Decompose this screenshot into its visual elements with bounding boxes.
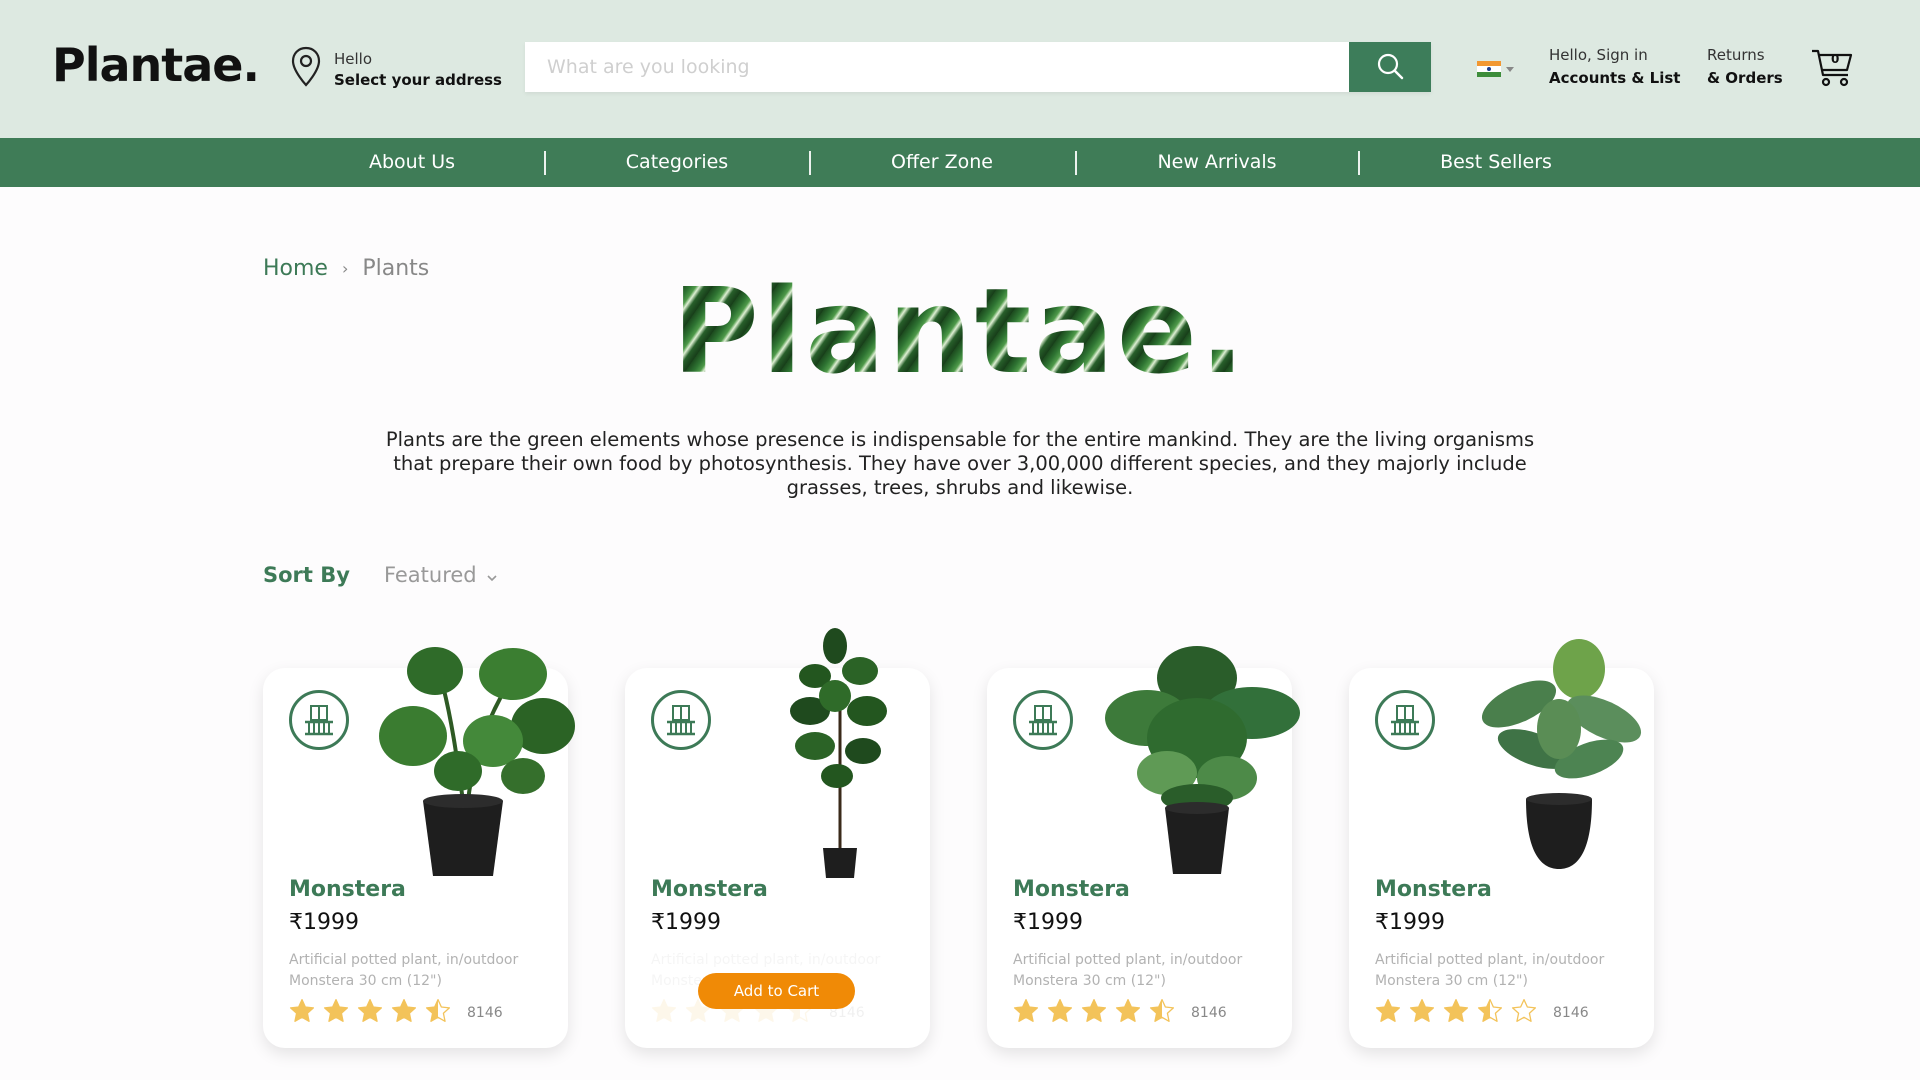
- cart-button[interactable]: 0: [1810, 46, 1854, 90]
- address-selector[interactable]: Hello Select your address: [290, 46, 502, 92]
- hero-title: Plantae.: [0, 262, 1920, 400]
- account-greeting: Hello, Sign in: [1549, 46, 1648, 64]
- star-icon: [1047, 998, 1073, 1028]
- star-icon: [1409, 998, 1435, 1028]
- star-icon: [1511, 998, 1537, 1028]
- star-icon: [1443, 998, 1469, 1028]
- account-menu[interactable]: Hello, Sign in Accounts & List: [1549, 46, 1680, 87]
- balcony-icon: [289, 690, 349, 750]
- cart-icon: [1810, 49, 1854, 94]
- star-icon: [1115, 998, 1141, 1028]
- star-icon: [1013, 998, 1039, 1028]
- brand-logo[interactable]: Plantae.: [52, 38, 260, 92]
- rating: 8146: [1013, 998, 1227, 1028]
- star-icon: [289, 998, 315, 1028]
- star-icon: [1477, 998, 1503, 1028]
- cart-count: 0: [1831, 52, 1840, 66]
- search-button[interactable]: [1349, 42, 1431, 92]
- nav-divider: [544, 151, 546, 175]
- star-rating-icons: [289, 998, 451, 1028]
- product-image: [373, 626, 578, 884]
- star-icon: [323, 998, 349, 1028]
- product-description: Artificial potted plant, in/outdoor Mons…: [289, 952, 519, 989]
- nav-best-sellers[interactable]: Best Sellers: [1440, 138, 1552, 187]
- nav-divider: [809, 151, 811, 175]
- star-icon: [425, 998, 451, 1028]
- balcony-icon: [1013, 690, 1073, 750]
- product-image: [1087, 638, 1309, 882]
- hero-description: Plants are the green elements whose pres…: [385, 428, 1535, 499]
- product-price: ₹1999: [289, 910, 359, 935]
- nav-divider: [1075, 151, 1077, 175]
- star-icon: [651, 998, 677, 1028]
- product-card[interactable]: Monstera ₹1999 Artificial potted plant, …: [1349, 639, 1654, 1048]
- product-card[interactable]: Monstera ₹1999 Artificial potted plant, …: [263, 647, 575, 1048]
- product-name[interactable]: Monstera: [1375, 877, 1492, 902]
- sort-select[interactable]: Featured: [384, 563, 497, 587]
- review-count: 8146: [467, 1005, 503, 1021]
- returns-label: Returns: [1707, 46, 1765, 64]
- nav-offer-zone[interactable]: Offer Zone: [891, 138, 993, 187]
- sort-selected-value: Featured: [383, 563, 477, 587]
- product-image: [775, 626, 905, 884]
- review-count: 8146: [1553, 1005, 1589, 1021]
- orders-label: & Orders: [1707, 69, 1783, 87]
- nav-categories[interactable]: Categories: [626, 138, 728, 187]
- location-pin-icon: [290, 46, 322, 92]
- india-flag-icon: [1477, 61, 1501, 77]
- star-rating-icons: [1013, 998, 1175, 1028]
- product-name[interactable]: Monstera: [1013, 877, 1130, 902]
- rating: 8146: [289, 998, 503, 1028]
- chevron-down-icon: [1506, 66, 1514, 72]
- search-bar: [525, 42, 1431, 92]
- account-label: Accounts & List: [1549, 69, 1681, 87]
- star-icon: [391, 998, 417, 1028]
- product-description: Artificial potted plant, in/outdoor Mons…: [1013, 952, 1243, 989]
- rating: 8146: [1375, 998, 1589, 1028]
- address-action: Select your address: [334, 70, 502, 89]
- product-name[interactable]: Monstera: [651, 877, 768, 902]
- product-card[interactable]: Monstera ₹1999 Artificial potted plant, …: [625, 628, 930, 1048]
- balcony-icon: [1375, 690, 1435, 750]
- search-icon: [1376, 52, 1404, 83]
- add-to-cart-button[interactable]: Add to Cart: [698, 973, 855, 1009]
- product-name[interactable]: Monstera: [289, 877, 406, 902]
- nav-about-us[interactable]: About Us: [369, 138, 455, 187]
- product-price: ₹1999: [651, 910, 721, 935]
- top-header: Plantae. Hello Select your address What …: [0, 0, 1920, 138]
- search-input[interactable]: [525, 42, 1349, 92]
- sort-control: Sort By Featured: [263, 563, 497, 587]
- balcony-icon: [651, 690, 711, 750]
- country-selector[interactable]: [1477, 61, 1514, 77]
- review-count: 8146: [1191, 1005, 1227, 1021]
- star-rating-icons: [1375, 998, 1537, 1028]
- star-icon: [1081, 998, 1107, 1028]
- star-icon: [1149, 998, 1175, 1028]
- product-description: Artificial potted plant, in/outdoor Mons…: [1375, 952, 1605, 989]
- product-image: [1464, 634, 1649, 878]
- sort-label: Sort By: [263, 563, 350, 587]
- product-price: ₹1999: [1013, 910, 1083, 935]
- nav-new-arrivals[interactable]: New Arrivals: [1157, 138, 1276, 187]
- product-price: ₹1999: [1375, 910, 1445, 935]
- product-card[interactable]: Monstera ₹1999 Artificial potted plant, …: [987, 646, 1300, 1048]
- address-greeting: Hello: [334, 49, 373, 68]
- chevron-down-icon: [487, 563, 497, 587]
- star-icon: [357, 998, 383, 1028]
- star-icon: [1375, 998, 1401, 1028]
- returns-orders-link[interactable]: Returns & Orders: [1707, 46, 1783, 87]
- nav-divider: [1358, 151, 1360, 175]
- main-nav: About Us Categories Offer Zone New Arriv…: [0, 138, 1920, 187]
